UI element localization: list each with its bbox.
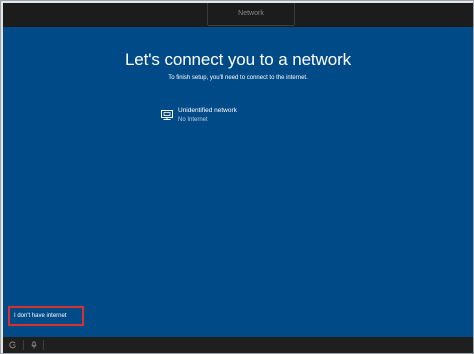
- ease-of-access-icon[interactable]: [9, 341, 17, 349]
- page-title: Let's connect you to a network: [124, 50, 352, 69]
- network-name: Unidentified network: [178, 107, 237, 114]
- page-subtitle: To finish setup, you'll need to connect …: [168, 75, 308, 81]
- microphone-icon[interactable]: [30, 341, 38, 349]
- network-status: No Internet: [178, 117, 208, 123]
- oobe-screen: Network Let's connect you to a network T…: [3, 3, 473, 353]
- bottom-bar: [3, 337, 473, 353]
- network-list-item[interactable]: Unidentified network No Internet: [158, 107, 278, 129]
- top-bar: Network: [3, 3, 473, 27]
- tab-network: Network: [207, 3, 295, 26]
- bottom-bar-divider: [23, 340, 24, 350]
- main-content: Let's connect you to a network To finish…: [3, 27, 473, 337]
- ethernet-icon: [161, 110, 173, 120]
- no-internet-link[interactable]: I don't have internet: [8, 306, 84, 326]
- window-frame: Network Let's connect you to a network T…: [0, 0, 474, 354]
- bottom-bar-divider: [43, 340, 44, 350]
